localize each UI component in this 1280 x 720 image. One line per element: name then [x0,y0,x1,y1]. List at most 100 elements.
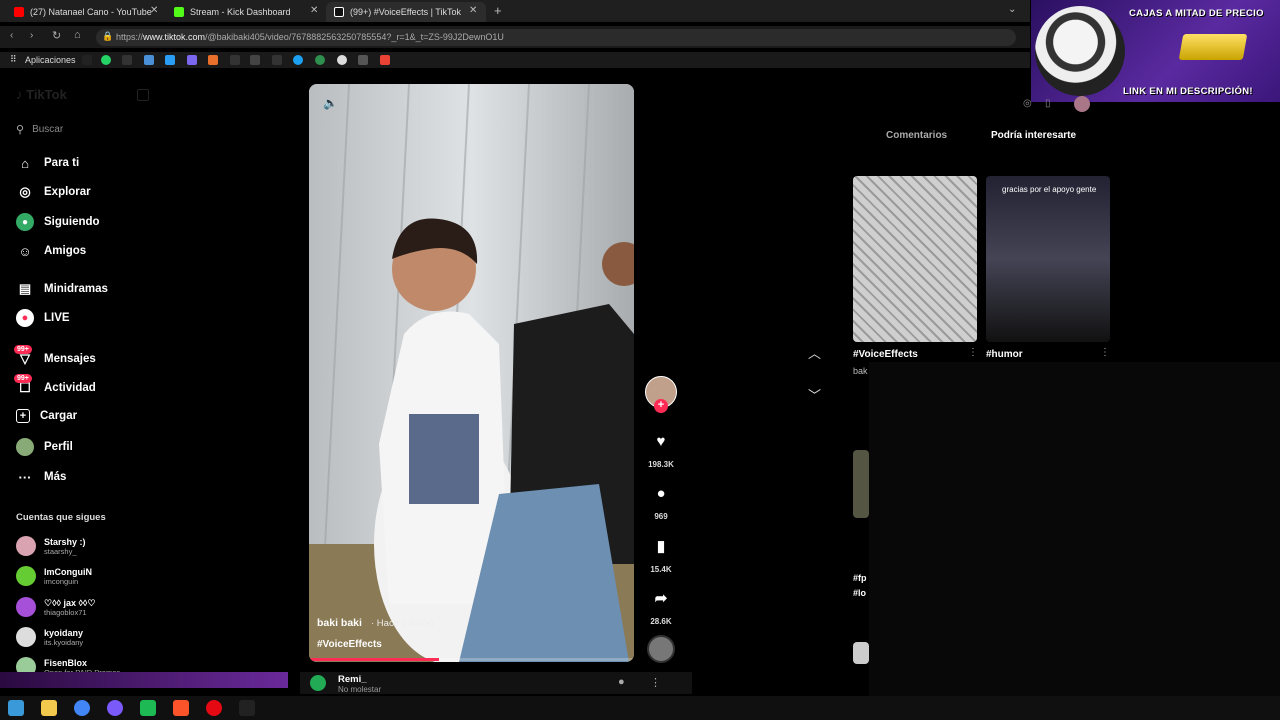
inbox-icon[interactable]: ▯ [1045,98,1051,109]
recommended-thumbnail[interactable] [853,450,869,518]
account-name: kyoidany [44,627,84,638]
friends-icon: ☺ [18,243,32,259]
bookmark-icon[interactable] [250,55,260,65]
brave-icon[interactable] [173,700,189,716]
bookmark-icon[interactable] [272,55,282,65]
comment-button[interactable]: ● 969 [645,485,677,521]
sound-disc-icon[interactable] [647,635,675,663]
recommended-thumbnail[interactable] [853,176,977,342]
youtube-icon [14,7,24,17]
tab-kick[interactable]: Stream - Kick Dashboard [166,2,326,22]
back-icon[interactable]: ‹ [10,30,13,41]
browser-icon[interactable] [107,700,123,716]
bookmark-icon[interactable] [187,55,197,65]
url-input[interactable]: 🔒 https://www.tiktok.com/@bakibaki405/vi… [96,29,1016,46]
search-input[interactable]: ⚲ Buscar [16,120,176,138]
user-avatar[interactable] [1074,96,1090,112]
sidebar-item-label: Siguiendo [44,216,100,228]
bookmark-icon[interactable] [82,55,92,65]
chevron-down-icon[interactable]: ⌄ [1008,4,1016,15]
tab-podria-interesarte[interactable]: Podría interesarte [991,130,1076,141]
bookmark-icon[interactable] [208,55,218,65]
bookmark-icon[interactable] [165,55,175,65]
sidebar-item-cargar[interactable]: + Cargar [16,409,77,423]
sidebar-item-label: Más [44,471,67,483]
file-explorer-icon[interactable] [41,700,57,716]
collapse-icon[interactable] [137,89,149,101]
tab-youtube[interactable]: (27) Natanael Cano - YouTube [6,2,166,22]
app-icon[interactable] [239,700,255,716]
more-options-icon[interactable]: ⋮ [650,676,661,689]
bookmark-icon[interactable] [122,55,132,65]
whatsapp-icon[interactable] [101,55,111,65]
close-icon[interactable]: ✕ [150,5,158,16]
gmail-icon[interactable] [380,55,390,65]
status-name: Remi_ [338,674,367,685]
new-tab-icon[interactable]: + [494,3,502,18]
bookmark-icon[interactable] [144,55,154,65]
sidebar-item-label: Explorar [44,186,91,198]
tab-comentarios[interactable]: Comentarios [886,130,947,141]
bookmark-icon[interactable] [230,55,240,65]
bookmark-icon[interactable] [337,55,347,65]
sidebar-item-amigos[interactable]: ☺ Amigos [16,242,86,260]
tiktok-logo[interactable]: ♪ TikTok [16,87,86,105]
apps-icon[interactable]: ⠿ [10,54,17,65]
sidebar-item-live[interactable]: ● LIVE [16,309,70,327]
lock-icon: 🔒 [102,31,114,41]
sidebar-item-actividad[interactable]: ☐ 99+ Actividad [14,374,96,397]
youtube-icon[interactable] [206,700,222,716]
follow-plus-icon[interactable]: + [654,399,668,413]
tab-title: (27) Natanael Cano - YouTube [30,7,152,17]
bookmark-icon[interactable] [315,55,325,65]
chevron-up-icon[interactable]: ︿ [808,343,821,362]
sidebar-item-para-ti[interactable]: ⌂ Para ti [16,154,79,172]
windows-start-icon[interactable] [8,700,24,716]
video-player[interactable]: 🔈 baki baki · Hace 2 día(s) #VoiceEffect… [309,84,634,662]
following-account[interactable]: Starshy :) staarshy_ [16,536,86,556]
save-button[interactable]: ▮ 15.4K [645,537,677,574]
following-account[interactable]: kyoidany its.kyoidany [16,627,83,647]
volume-icon[interactable]: 🔈 [323,96,338,110]
bookmark-icon[interactable] [358,55,368,65]
sidebar-item-perfil[interactable]: Perfil [16,438,73,456]
share-button[interactable]: ➦ 28.6K [645,589,677,626]
video-hashtag[interactable]: #VoiceEffects [317,639,382,650]
tab-tiktok[interactable]: (99+) #VoiceEffects | TikTok [326,2,486,22]
bookmark-icon[interactable] [293,55,303,65]
sidebar-item-explorar[interactable]: ◎ Explorar [16,183,91,201]
reload-icon[interactable]: ↻ [52,29,61,42]
location-icon[interactable]: ◎ [1023,98,1032,109]
following-account[interactable]: ♡◊◊ jax ◊◊♡ thiagoblox71 [16,597,95,617]
chat-status-bar[interactable]: Remi_ No molestar ● ⋮ [300,672,692,694]
recommended-tag[interactable]: #VoiceEffects [853,349,918,360]
sidebar-item-siguiendo[interactable]: ● Siguiendo [16,213,100,231]
recommended-tag[interactable]: #humor [986,349,1023,360]
save-count: 15.4K [650,565,672,574]
recommended-thumbnail[interactable]: gracias por el apoyo gente [986,176,1110,342]
url-domain: www.tiktok.com [143,32,206,42]
home-icon[interactable]: ⌂ [74,29,81,41]
video-author[interactable]: baki baki [317,617,362,629]
os-taskbar [0,696,1280,720]
recommended-thumbnail[interactable] [853,642,869,664]
progress-track[interactable] [309,658,634,661]
sidebar-item-mensajes[interactable]: ▽ 99+ Mensajes [14,345,96,368]
chevron-down-icon[interactable]: ﹀ [808,385,821,404]
recommended-tag[interactable]: #lo [853,588,866,598]
sidebar-item-mas[interactable]: ··· Más [16,468,67,486]
app-icon[interactable] [140,700,156,716]
close-icon[interactable]: ✕ [469,5,477,16]
recommended-tag[interactable]: #fp [853,573,867,583]
chrome-icon[interactable] [74,700,90,716]
like-button[interactable]: ♥ 198.3K [645,433,677,469]
forward-icon[interactable]: › [30,30,33,41]
sidebar-item-minidramas[interactable]: ▤ Minidramas [16,280,108,298]
chat-icon[interactable]: ● [618,676,625,688]
sidebar-item-label: Actividad [44,382,96,394]
more-options-icon[interactable]: ⋮ [1100,347,1110,358]
following-account[interactable]: ImConguiN imconguin [16,566,92,586]
more-options-icon[interactable]: ⋮ [968,347,978,358]
close-icon[interactable]: ✕ [310,5,318,16]
bookmark-apps[interactable]: Aplicaciones [25,55,76,65]
